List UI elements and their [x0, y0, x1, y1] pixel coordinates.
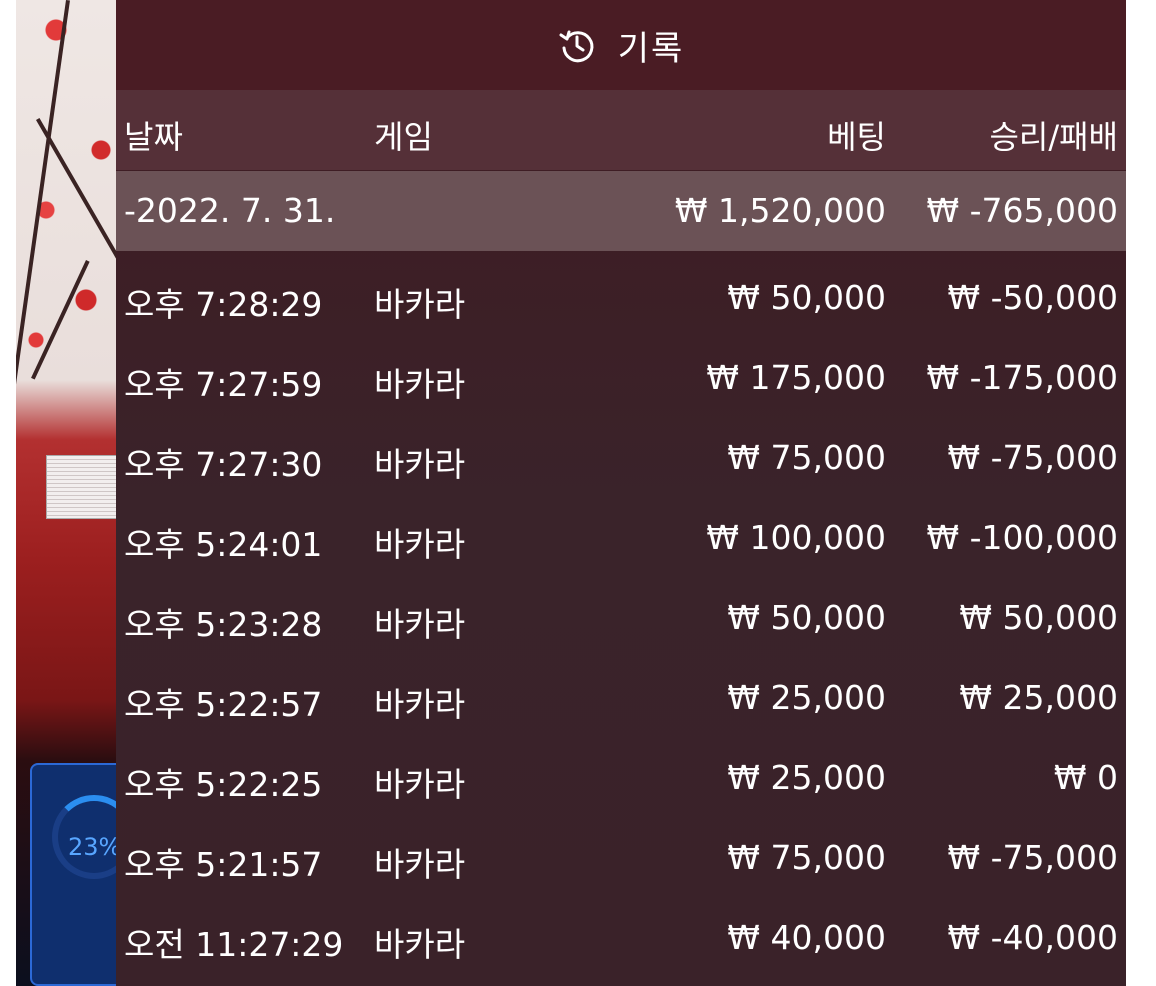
card-deck — [46, 455, 126, 519]
row-bet: ₩ 100,000 — [706, 518, 886, 557]
row-time: 오후 7:27:59 — [124, 365, 323, 404]
table-row[interactable]: 오전 11:27:29 바카라 ₩ 40,000 ₩ -40,000 — [116, 898, 1126, 978]
row-bet: ₩ 50,000 — [727, 598, 886, 637]
row-bet: ₩ 40,000 — [727, 918, 886, 957]
row-bet: ₩ 25,000 — [727, 678, 886, 717]
row-time: 오전 11:27:29 — [124, 925, 344, 964]
table-row[interactable]: 오후 7:27:30 바카라 ₩ 75,000 ₩ -75,000 — [116, 418, 1126, 498]
row-result: ₩ -175,000 — [926, 358, 1119, 397]
row-result: ₩ 50,000 — [959, 598, 1118, 637]
row-time: 오후 7:27:30 — [124, 445, 323, 484]
row-game: 바카라 — [374, 845, 466, 884]
row-bet: ₩ 75,000 — [727, 438, 886, 477]
row-game: 바카라 — [374, 525, 466, 564]
row-game: 바카라 — [374, 685, 466, 724]
row-bet: ₩ 175,000 — [706, 358, 886, 397]
table-row[interactable]: 오후 5:24:01 바카라 ₩ 100,000 ₩ -100,000 — [116, 498, 1126, 578]
history-list: 오후 7:28:29 바카라 ₩ 50,000 ₩ -50,000 오후 7:2… — [116, 258, 1126, 978]
row-game: 바카라 — [374, 445, 466, 484]
column-header-game: 게임 — [374, 118, 433, 156]
row-time: 오후 5:24:01 — [124, 525, 323, 564]
row-time: 오후 7:28:29 — [124, 285, 323, 324]
summary-bet-total: ₩ 1,520,000 — [674, 191, 886, 230]
table-row[interactable]: 오후 5:23:28 바카라 ₩ 50,000 ₩ 50,000 — [116, 578, 1126, 658]
row-result: ₩ -50,000 — [947, 278, 1119, 317]
row-bet: ₩ 50,000 — [727, 278, 886, 317]
tree-branch — [31, 260, 90, 380]
row-game: 바카라 — [374, 365, 466, 404]
row-game: 바카라 — [374, 605, 466, 644]
panel-header: 기록 — [116, 0, 1126, 90]
row-bet: ₩ 25,000 — [727, 758, 886, 797]
row-game: 바카라 — [374, 925, 466, 964]
table-row[interactable]: 오후 7:27:59 바카라 ₩ 175,000 ₩ -175,000 — [116, 338, 1126, 418]
row-bet: ₩ 75,000 — [727, 838, 886, 877]
column-header-bet: 베팅 — [827, 118, 886, 156]
table-row[interactable]: 오후 5:22:25 바카라 ₩ 25,000 ₩ 0 — [116, 738, 1126, 818]
history-panel: 기록 날짜 게임 베팅 승리/패배 -2022. 7. 31. ₩ 1,520,… — [116, 0, 1126, 986]
summary-result-total: ₩ -765,000 — [926, 191, 1119, 230]
progress-percent: 23% — [68, 833, 122, 861]
row-result: ₩ 25,000 — [959, 678, 1118, 717]
tree-branch — [36, 118, 120, 259]
column-header-date: 날짜 — [124, 118, 183, 156]
summary-date: -2022. 7. 31. — [124, 191, 336, 230]
history-icon — [558, 26, 596, 64]
row-result: ₩ -75,000 — [947, 438, 1119, 477]
panel-title: 기록 — [617, 28, 685, 69]
table-row[interactable]: 오후 7:28:29 바카라 ₩ 50,000 ₩ -50,000 — [116, 258, 1126, 338]
table-row[interactable]: 오후 5:21:57 바카라 ₩ 75,000 ₩ -75,000 — [116, 818, 1126, 898]
row-time: 오후 5:21:57 — [124, 845, 323, 884]
table-header: 날짜 게임 베팅 승리/패배 — [116, 90, 1126, 170]
row-result: ₩ -100,000 — [926, 518, 1119, 557]
date-summary-row[interactable]: -2022. 7. 31. ₩ 1,520,000 ₩ -765,000 — [116, 171, 1126, 251]
row-result: ₩ -40,000 — [947, 918, 1119, 957]
row-game: 바카라 — [374, 765, 466, 804]
progress-widget[interactable]: 23% — [30, 763, 136, 986]
row-time: 오후 5:23:28 — [124, 605, 323, 644]
row-result: ₩ 0 — [1053, 758, 1118, 797]
column-header-result: 승리/패배 — [989, 118, 1118, 156]
row-time: 오후 5:22:25 — [124, 765, 323, 804]
row-time: 오후 5:22:57 — [124, 685, 323, 724]
table-row[interactable]: 오후 5:22:57 바카라 ₩ 25,000 ₩ 25,000 — [116, 658, 1126, 738]
row-result: ₩ -75,000 — [947, 838, 1119, 877]
row-game: 바카라 — [374, 285, 466, 324]
